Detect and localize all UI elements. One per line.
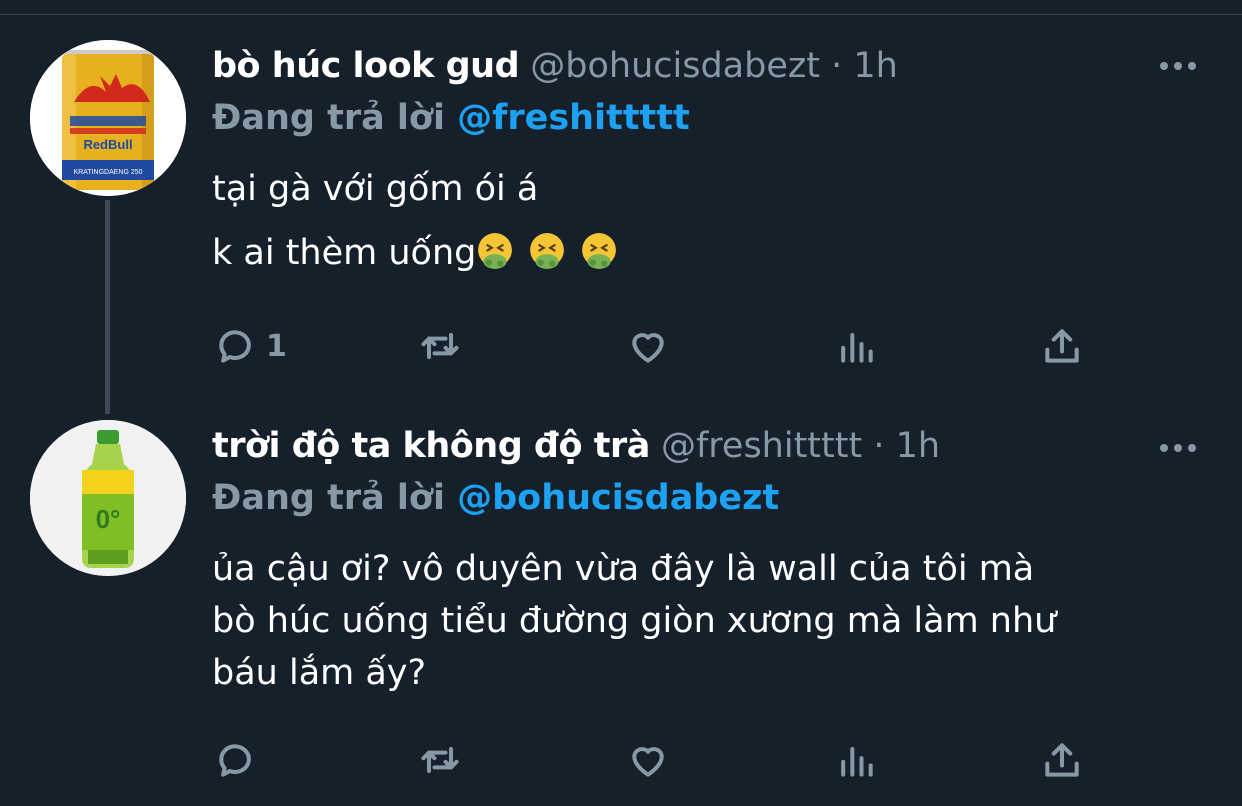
- display-name[interactable]: trời độ ta không độ trà: [212, 426, 650, 466]
- like-button[interactable]: [626, 736, 670, 784]
- share-button[interactable]: [1040, 322, 1084, 370]
- tweet-header: trời độ ta không độ trà @freshittttt · 1…: [212, 422, 940, 470]
- retweet-button[interactable]: [418, 736, 462, 784]
- nauseated-face-icon: [478, 233, 513, 269]
- reply-icon: [219, 744, 251, 777]
- reply-count: 1: [266, 328, 287, 364]
- tweet-text-line: k ai thèm uống: [212, 233, 477, 273]
- thread-connector-line: [105, 200, 110, 414]
- tweet-actions: [212, 736, 1092, 784]
- analytics-icon: [841, 332, 873, 363]
- replying-to-handle[interactable]: @bohucisdabezt: [457, 478, 779, 518]
- like-button[interactable]: [626, 322, 670, 370]
- replying-to: Đang trả lời @bohucisdabezt: [212, 474, 779, 522]
- separator-dot: ·: [873, 426, 885, 466]
- display-name[interactable]: bò húc look gud: [212, 46, 520, 86]
- reply-button[interactable]: [214, 736, 266, 784]
- can-label: RedBull: [83, 137, 132, 152]
- retweet-button[interactable]: [418, 322, 462, 370]
- share-icon: [1045, 743, 1079, 777]
- share-button[interactable]: [1040, 736, 1084, 784]
- tweet-text-line: báu lắm ấy?: [212, 653, 427, 693]
- green-tea-bottle-image: 0°: [30, 420, 186, 576]
- heart-icon: [632, 333, 664, 363]
- red-bull-can-image: RedBull KRATINGDAENG 250: [30, 40, 186, 196]
- tweet-text-line-with-emoji: k ai thèm uống: [212, 225, 632, 281]
- analytics-button[interactable]: [834, 736, 878, 784]
- nauseated-face-icon: [530, 233, 565, 269]
- reply-button[interactable]: 1: [214, 322, 287, 370]
- tweet-text-line: ủa cậu ơi? vô duyên vừa đây là wall của …: [212, 549, 1035, 589]
- nauseated-face-icon: [582, 233, 617, 269]
- bottle-label: 0°: [96, 504, 121, 534]
- heart-icon: [632, 747, 664, 777]
- tweet-actions: 1: [212, 322, 1092, 370]
- avatar[interactable]: RedBull KRATINGDAENG 250: [30, 40, 186, 196]
- top-divider: [0, 14, 1242, 15]
- analytics-icon: [841, 746, 873, 777]
- share-icon: [1045, 329, 1079, 363]
- replying-to-label: Đang trả lời: [212, 478, 445, 518]
- tweet-text-line: bò húc uống tiểu đường giòn xương mà làm…: [212, 601, 1057, 641]
- more-options-icon[interactable]: [1158, 60, 1198, 72]
- retweet-icon: [421, 746, 459, 774]
- separator-dot: ·: [831, 46, 843, 86]
- timestamp[interactable]: 1h: [853, 46, 897, 86]
- replying-to-handle[interactable]: @freshittttt: [457, 98, 690, 138]
- retweet-icon: [421, 332, 459, 360]
- can-sub-label: KRATINGDAENG 250: [73, 169, 142, 176]
- replying-to: Đang trả lời @freshittttt: [212, 94, 690, 142]
- avatar[interactable]: 0°: [30, 420, 186, 576]
- analytics-button[interactable]: [834, 322, 878, 370]
- reply-icon: [219, 330, 251, 363]
- tweet-text-line: tại gà với gốm ói á: [212, 169, 539, 209]
- timestamp[interactable]: 1h: [896, 426, 940, 466]
- tweet-header: bò húc look gud @bohucisdabezt · 1h: [212, 42, 898, 90]
- more-options-icon[interactable]: [1158, 442, 1198, 454]
- replying-to-label: Đang trả lời: [212, 98, 445, 138]
- user-handle[interactable]: @freshittttt: [661, 426, 862, 466]
- user-handle[interactable]: @bohucisdabezt: [530, 46, 820, 86]
